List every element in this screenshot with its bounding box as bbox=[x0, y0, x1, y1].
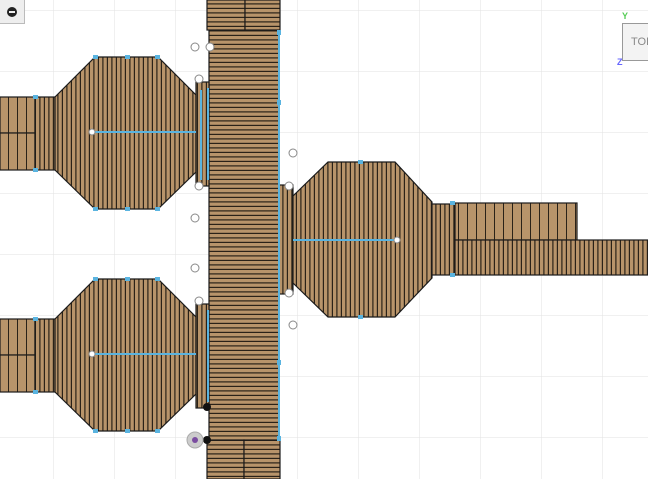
sketch-point-filled[interactable] bbox=[203, 436, 211, 444]
minus-icon bbox=[7, 6, 17, 17]
bottom-stairs[interactable] bbox=[206, 439, 245, 479]
viewcube[interactable]: TOP bbox=[622, 23, 648, 61]
top-stairs-right[interactable] bbox=[244, 0, 281, 31]
collapse-button[interactable] bbox=[0, 0, 25, 24]
design-canvas[interactable] bbox=[0, 0, 648, 479]
origin-point-center bbox=[192, 437, 198, 443]
viewcube-face-label: TOP bbox=[631, 36, 648, 48]
z-axis-label: Z bbox=[617, 57, 623, 67]
sketch-point-filled[interactable] bbox=[203, 403, 211, 411]
bottom-stairs-right[interactable] bbox=[243, 439, 281, 479]
y-axis-label: Y bbox=[622, 11, 629, 21]
central-walkway[interactable] bbox=[208, 29, 280, 451]
top-stairs[interactable] bbox=[206, 0, 246, 31]
